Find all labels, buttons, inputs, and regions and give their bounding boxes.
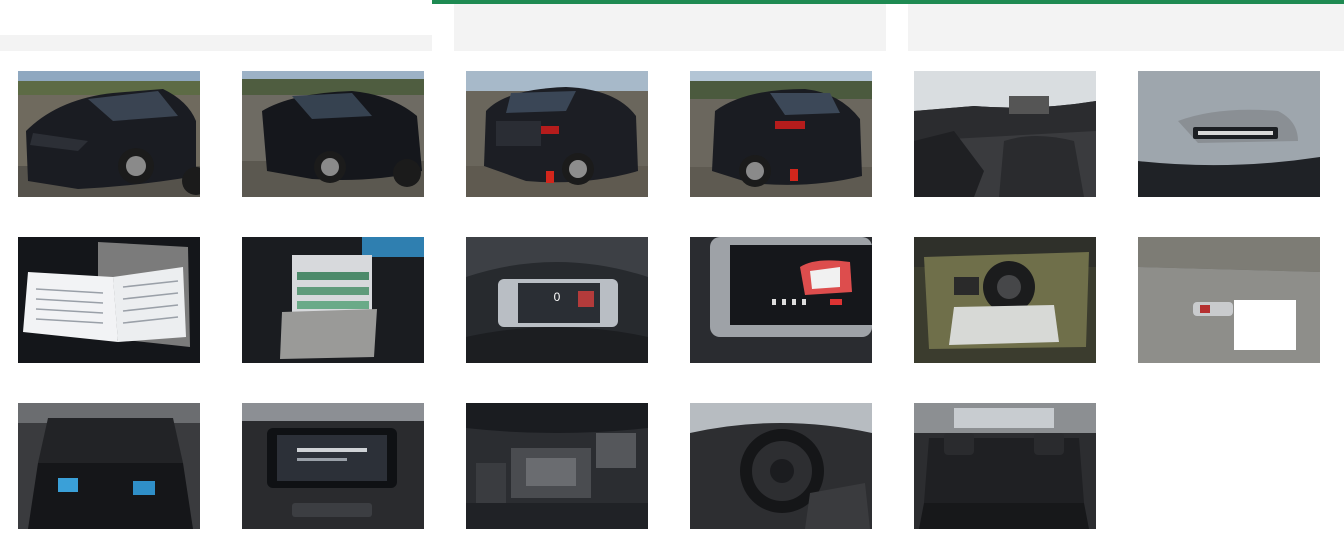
car-photo-icon xyxy=(466,71,648,197)
car-interior-icon xyxy=(914,403,1096,529)
car-interior-icon xyxy=(690,403,872,529)
gallery-column-header-3 xyxy=(908,4,1344,51)
photo-thumbnail-screen-closeup[interactable] xyxy=(690,237,872,363)
dashboard-photo-icon xyxy=(242,403,424,529)
photo-thumbnail-owner-manual[interactable] xyxy=(18,237,200,363)
gallery-column-header-2 xyxy=(454,4,886,51)
photo-thumbnail-front-right[interactable] xyxy=(242,71,424,197)
dashboard-photo-icon xyxy=(690,237,872,363)
photo-thumbnail-instrument-cluster[interactable]: 0 xyxy=(466,237,648,363)
photo-thumbnail-spare-wheel-well[interactable] xyxy=(914,237,1096,363)
photo-thumbnail-engine-bay[interactable] xyxy=(466,403,648,529)
svg-text:0: 0 xyxy=(554,290,561,304)
photo-thumbnail-trunk[interactable] xyxy=(18,403,200,529)
photo-thumbnail-front-left[interactable] xyxy=(18,71,200,197)
photo-thumbnail-rear-left[interactable] xyxy=(466,71,648,197)
photo-thumbnail-rear-seats[interactable] xyxy=(914,403,1096,529)
photo-thumbnail-steering-wheel[interactable] xyxy=(690,403,872,529)
photo-thumbnail-car-key[interactable] xyxy=(1138,237,1320,363)
privacy-redaction xyxy=(1234,300,1296,350)
photo-thumbnail-front-seats[interactable] xyxy=(914,71,1096,197)
photo-thumbnail-windshield-sticker[interactable] xyxy=(1138,71,1320,197)
document-photo-icon xyxy=(18,237,200,363)
car-photo-icon xyxy=(242,71,424,197)
photo-thumbnail-center-display[interactable] xyxy=(242,403,424,529)
photo-thumbnail-documents-folder[interactable] xyxy=(242,237,424,363)
windshield-photo-icon xyxy=(1138,71,1320,197)
gallery-column-header-1 xyxy=(0,35,432,51)
trunk-photo-icon xyxy=(914,237,1096,363)
dashboard-photo-icon: 0 xyxy=(466,237,648,363)
document-photo-icon xyxy=(242,237,424,363)
engine-photo-icon xyxy=(466,403,648,529)
car-photo-icon xyxy=(690,71,872,197)
trunk-photo-icon xyxy=(18,403,200,529)
car-photo-icon xyxy=(18,71,200,197)
photo-thumbnail-rear-right[interactable] xyxy=(690,71,872,197)
car-interior-icon xyxy=(914,71,1096,197)
